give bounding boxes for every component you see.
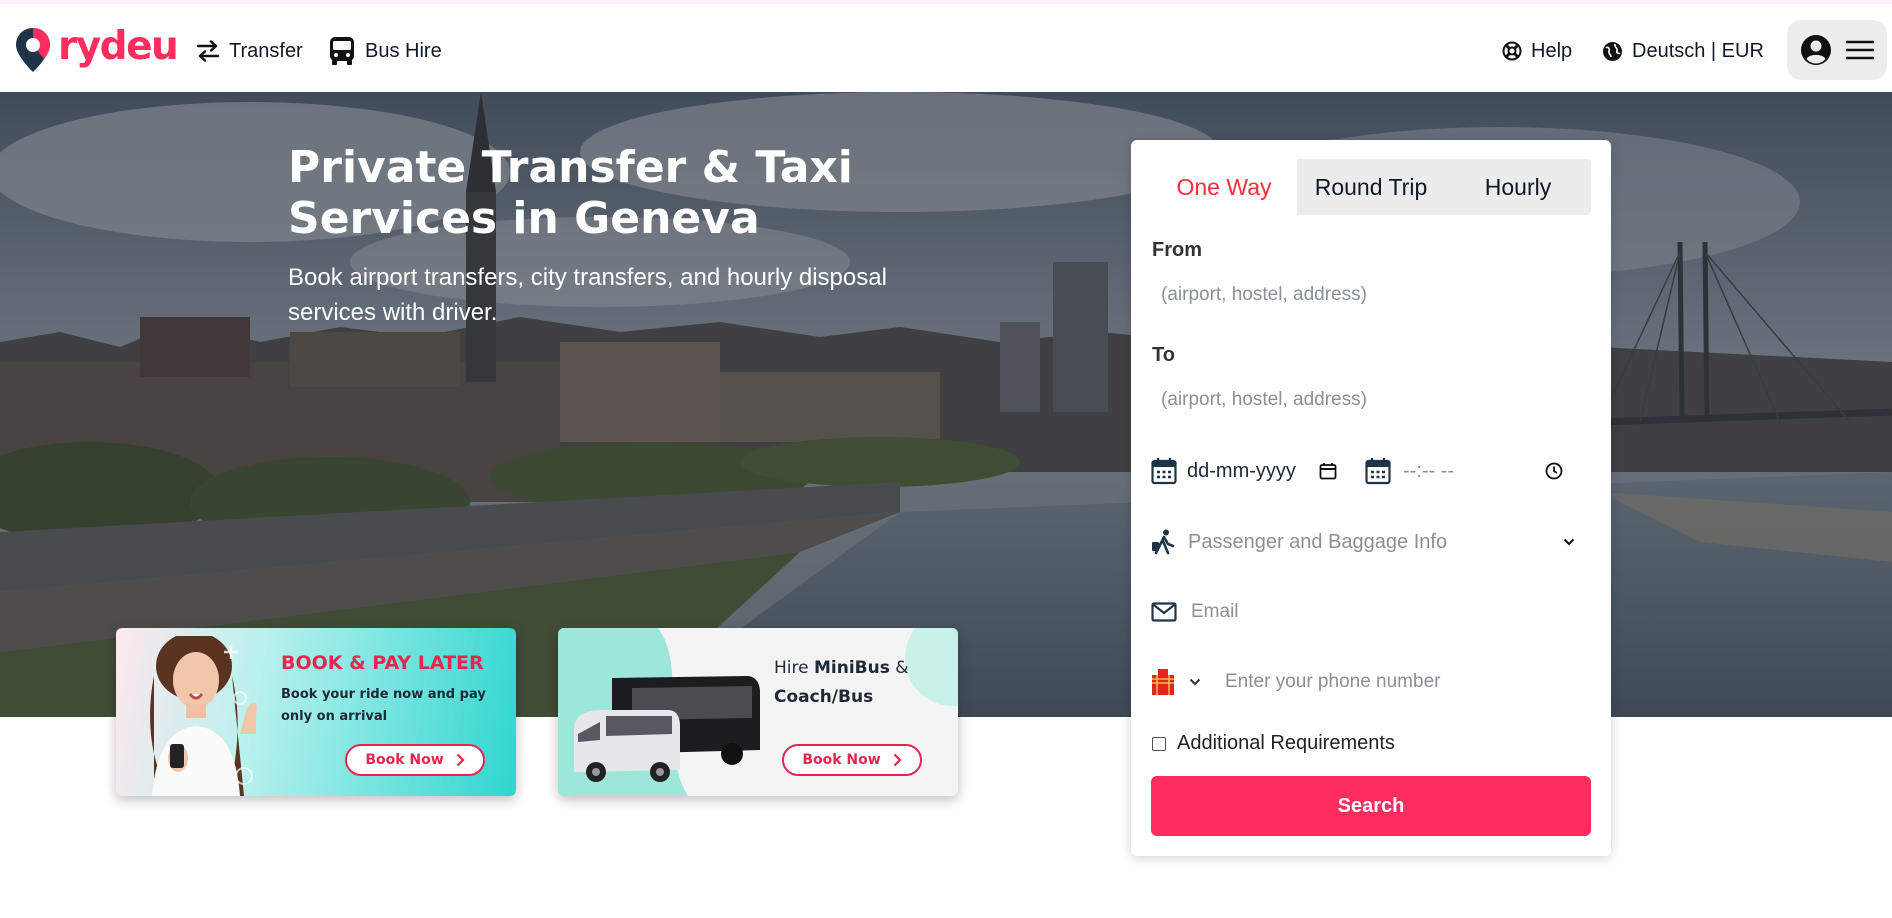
- globe-icon: [1603, 41, 1622, 61]
- bus-icon: [330, 37, 354, 65]
- to-input[interactable]: [1151, 378, 1591, 422]
- promo1-book-now-button[interactable]: Book Now: [345, 744, 485, 776]
- date-time-row: dd-mm-yyyy --:-- --: [1151, 449, 1591, 493]
- language-currency-label: Deutsch | EUR: [1632, 39, 1764, 62]
- promo-minibus-coach[interactable]: Hire MiniBus & Coach/Bus Book Now: [558, 628, 958, 796]
- promo2-text-mid: &: [889, 658, 909, 678]
- site-header: rydeu Transfer Bus Hire Help Deutsch | E…: [0, 4, 1892, 92]
- phone-row: [1151, 660, 1591, 704]
- promo2-text-minibus: MiniBus: [814, 658, 890, 678]
- time-input[interactable]: --:-- --: [1403, 460, 1563, 483]
- country-code-selector[interactable]: [1151, 667, 1201, 697]
- search-button[interactable]: Search: [1151, 776, 1591, 836]
- hero-subtitle: Book airport transfers, city transfers, …: [288, 264, 887, 326]
- additional-requirements-checkbox[interactable]: [1152, 736, 1166, 751]
- promo1-book-now-label: Book Now: [365, 752, 444, 768]
- date-placeholder: dd-mm-yyyy: [1187, 459, 1296, 482]
- brand-name: rydeu: [58, 23, 179, 69]
- chevron-down-icon: [1563, 538, 1575, 546]
- passenger-baggage-placeholder: Passenger and Baggage Info: [1188, 530, 1448, 553]
- email-input[interactable]: [1181, 590, 1561, 634]
- user-circle-icon: [1801, 35, 1831, 65]
- language-currency-selector[interactable]: Deutsch | EUR: [1602, 34, 1764, 68]
- passenger-baggage-select[interactable]: Passenger and Baggage Info: [1151, 520, 1591, 564]
- nav-transfer[interactable]: Transfer: [196, 34, 303, 68]
- tab-round-trip[interactable]: Round Trip: [1297, 159, 1445, 215]
- location-pin-icon: [16, 28, 50, 72]
- bus-and-van-illustration: [574, 676, 760, 782]
- clock-icon: [1545, 462, 1563, 480]
- chevron-down-icon: [1189, 678, 1201, 686]
- promo1-text: Book your ride now and pay only on arriv…: [281, 687, 486, 724]
- promo2-text-coach: Coach/Bus: [774, 687, 874, 707]
- flag-icon: [1152, 669, 1174, 695]
- from-input[interactable]: [1151, 273, 1591, 317]
- walking-traveler-icon: [1152, 529, 1175, 555]
- arrows-left-right-icon: [196, 40, 220, 62]
- from-label: From: [1152, 239, 1202, 261]
- chevron-right-icon: [893, 753, 902, 767]
- user-menu-button[interactable]: [1787, 20, 1887, 80]
- nav-help[interactable]: Help: [1502, 34, 1572, 68]
- promo2-text: Hire MiniBus & Coach/Bus: [774, 654, 949, 712]
- brand-logo[interactable]: rydeu: [14, 23, 179, 76]
- nav-bus-hire[interactable]: Bus Hire: [328, 34, 442, 68]
- nav-bus-hire-label: Bus Hire: [365, 39, 442, 62]
- phone-input[interactable]: [1215, 660, 1575, 704]
- additional-requirements-label: Additional Requirements: [1177, 732, 1395, 754]
- calendar-picker-icon: [1319, 463, 1337, 480]
- date-input[interactable]: dd-mm-yyyy: [1187, 460, 1365, 483]
- tab-one-way[interactable]: One Way: [1151, 159, 1297, 215]
- to-label: To: [1152, 344, 1175, 366]
- hero-title: Private Transfer & Taxi Services in Gene…: [288, 142, 853, 244]
- tab-hourly[interactable]: Hourly: [1445, 159, 1591, 215]
- nav-transfer-label: Transfer: [229, 39, 303, 62]
- promo2-text-prefix: Hire: [774, 658, 814, 678]
- promo2-book-now-button[interactable]: Book Now: [782, 744, 922, 776]
- hamburger-menu-icon: [1846, 40, 1874, 60]
- booking-form: One Way Round Trip Hourly From To dd-mm-…: [1131, 140, 1611, 856]
- calendar-icon: [1151, 458, 1177, 485]
- chevron-right-icon: [456, 753, 465, 767]
- envelope-icon: [1151, 602, 1177, 622]
- promo-book-pay-later[interactable]: BOOK & PAY LATER Book your ride now and …: [116, 628, 516, 796]
- time-placeholder: --:-- --: [1403, 459, 1455, 482]
- promo2-book-now-label: Book Now: [802, 752, 881, 768]
- nav-help-label: Help: [1531, 39, 1573, 62]
- lifebuoy-icon: [1502, 41, 1522, 61]
- email-row: [1151, 590, 1591, 634]
- promo1-title: BOOK & PAY LATER: [281, 652, 484, 674]
- calendar-icon: [1365, 458, 1391, 485]
- trip-type-tabs: One Way Round Trip Hourly: [1151, 159, 1591, 215]
- additional-requirements-toggle[interactable]: Additional Requirements: [1152, 732, 1395, 755]
